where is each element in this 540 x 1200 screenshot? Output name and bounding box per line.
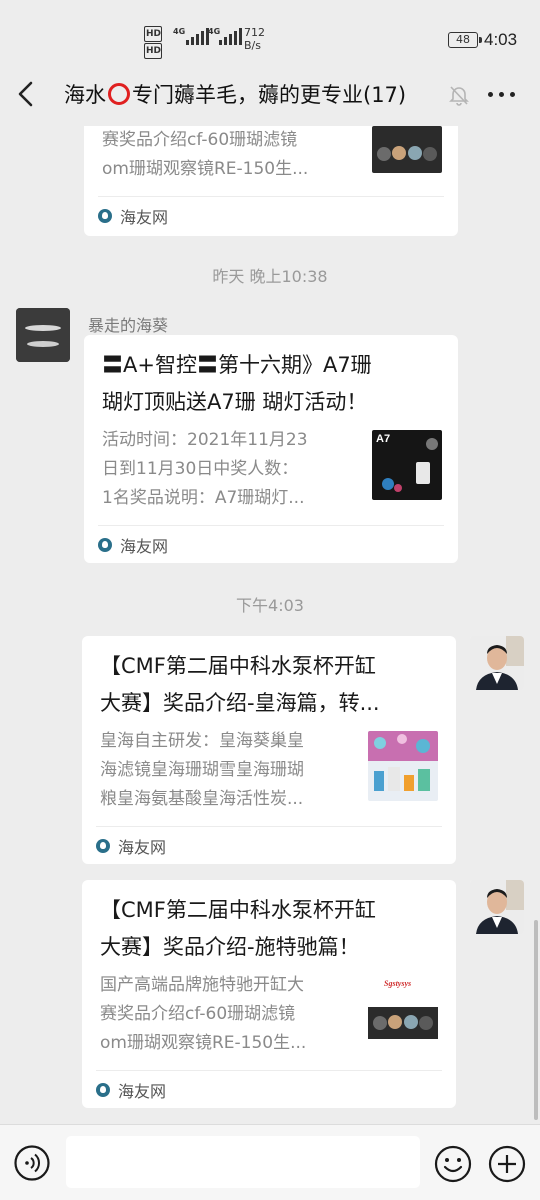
card-title-line: 【CMF第二届中科水泵杯开缸	[100, 654, 376, 678]
chat-title: 海水 专门薅羊毛，薅的更专业(17)	[64, 79, 406, 109]
signal-icon-2	[219, 28, 242, 45]
sender-name: 暴走的海葵	[88, 316, 169, 335]
source-name: 海友网	[120, 207, 169, 227]
network-speed: 712 B/s	[244, 26, 265, 52]
speed-value: 712	[244, 26, 265, 39]
message-list[interactable]: 赛奖品介绍cf-60珊瑚滤镜 om珊瑚观察镜RE-150生... 海友网 昨天 …	[0, 126, 540, 1124]
card-desc-line: om珊瑚观察镜RE-150生...	[102, 159, 309, 179]
article-thumbnail: A7	[372, 430, 442, 500]
timestamp: 昨天 晚上10:38	[212, 267, 328, 286]
hd-badges: HD HD	[144, 26, 162, 60]
voice-icon[interactable]	[14, 1145, 50, 1181]
card-desc-line: 日到11月30日中奖人数：	[102, 459, 299, 479]
source-logo-icon	[96, 838, 110, 853]
battery-icon: 48	[448, 32, 482, 48]
hd-badge-1: HD	[144, 26, 162, 42]
signal-icon	[186, 28, 209, 45]
article-card[interactable]: 【CMF第二届中科水泵杯开缸 大赛】奖品介绍-施特驰篇！ 国产高端品牌施特驰开缸…	[82, 880, 456, 1108]
card-desc-line: 1名奖品说明：A7珊瑚灯...	[102, 488, 305, 508]
speed-unit: B/s	[244, 39, 261, 52]
scrollbar[interactable]	[534, 920, 538, 1120]
chat-header: 海水 专门薅羊毛，薅的更专业(17)	[0, 62, 540, 126]
source-name: 海友网	[120, 536, 169, 556]
card-source: 海友网	[98, 196, 444, 234]
message-input[interactable]	[66, 1136, 420, 1188]
card-desc-line: 国产高端品牌施特驰开缸大	[100, 975, 304, 995]
article-card[interactable]: 赛奖品介绍cf-60珊瑚滤镜 om珊瑚观察镜RE-150生... 海友网	[84, 126, 458, 236]
card-desc-line: 赛奖品介绍cf-60珊瑚滤镜	[100, 1004, 296, 1024]
article-card[interactable]: 〓A+智控〓第十六期》A7珊 瑚灯顶贴送A7珊 瑚灯活动！ 活动时间：2021年…	[84, 335, 458, 563]
card-source: 海友网	[98, 525, 444, 563]
plus-icon[interactable]	[488, 1145, 526, 1183]
timestamp: 下午4:03	[236, 596, 304, 615]
hd-badge-2: HD	[144, 43, 162, 59]
avatar[interactable]	[470, 880, 524, 934]
card-title-line: 〓A+智控〓第十六期》A7珊	[102, 353, 372, 377]
emoji-icon[interactable]	[434, 1145, 472, 1183]
article-thumbnail	[372, 126, 442, 173]
card-title-line: 大赛】奖品介绍-皇海篇，转...	[100, 691, 380, 715]
card-desc-line: 海滤镜皇海珊瑚雪皇海珊瑚	[100, 760, 304, 780]
card-title-line: 瑚灯顶贴送A7珊 瑚灯活动！	[102, 390, 368, 414]
article-thumbnail: Sgstysys	[368, 975, 438, 1045]
card-desc-line: 活动时间：2021年11月23	[102, 430, 308, 450]
clock: 4:03	[484, 30, 518, 49]
avatar[interactable]	[470, 636, 524, 690]
source-name: 海友网	[118, 1081, 167, 1101]
card-source: 海友网	[96, 1070, 442, 1108]
card-desc-line: 皇海自主研发：皇海葵巢皇	[100, 731, 304, 751]
source-name: 海友网	[118, 837, 167, 857]
source-logo-icon	[98, 208, 112, 223]
more-dots-icon[interactable]	[488, 92, 515, 97]
red-circle-icon	[108, 83, 130, 105]
article-card[interactable]: 【CMF第二届中科水泵杯开缸 大赛】奖品介绍-皇海篇，转... 皇海自主研发：皇…	[82, 636, 456, 864]
chat-title-part2: 专门薅羊毛，薅的更专业(17)	[132, 83, 407, 107]
network-type-1: 4G	[173, 27, 186, 36]
input-bar	[0, 1124, 540, 1200]
card-title-line: 大赛】奖品介绍-施特驰篇！	[100, 935, 360, 959]
card-desc-line: 赛奖品介绍cf-60珊瑚滤镜	[102, 130, 298, 150]
card-desc-line: 粮皇海氨基酸皇海活性炭...	[100, 789, 304, 809]
bell-muted-icon	[449, 86, 469, 106]
card-desc-line: om珊瑚观察镜RE-150生...	[100, 1033, 307, 1053]
source-logo-icon	[98, 537, 112, 552]
chat-title-part1: 海水	[64, 83, 106, 107]
article-thumbnail	[368, 731, 438, 801]
card-source: 海友网	[96, 826, 442, 864]
source-logo-icon	[96, 1082, 110, 1097]
card-title-line: 【CMF第二届中科水泵杯开缸	[100, 898, 376, 922]
chevron-left-icon[interactable]	[14, 80, 40, 108]
avatar[interactable]	[16, 308, 70, 362]
